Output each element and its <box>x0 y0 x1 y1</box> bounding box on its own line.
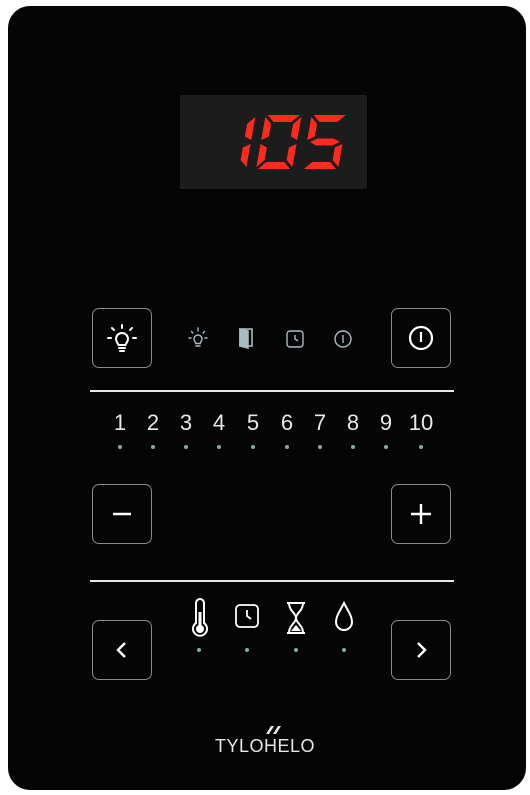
level-number-5: 5 <box>246 410 260 435</box>
segment-2-d <box>304 162 336 169</box>
minus-icon <box>113 512 131 516</box>
plus-icon <box>411 504 431 524</box>
level-number-6: 6 <box>280 410 294 435</box>
next-button[interactable] <box>391 620 451 680</box>
clock-icon <box>235 604 259 628</box>
level-dot-5 <box>251 445 255 449</box>
lightbulb-icon <box>107 324 137 352</box>
previous-button[interactable] <box>92 620 152 680</box>
level-number-10: 10 <box>408 410 434 435</box>
power-button[interactable] <box>391 308 451 368</box>
level-dot-1 <box>118 445 122 449</box>
segment-0-c <box>240 144 251 167</box>
level-dot-4 <box>217 445 221 449</box>
clock-icon <box>286 330 304 348</box>
mode-dot-clock <box>245 648 249 652</box>
level-number-1: 1 <box>113 410 127 435</box>
level-number-4: 4 <box>212 410 226 435</box>
water-drop-icon <box>334 600 354 631</box>
segment-2-c <box>332 144 343 167</box>
level-dot-10 <box>419 445 423 449</box>
mode-dot-timer <box>294 648 298 652</box>
hourglass-icon <box>287 602 305 634</box>
level-dot-3 <box>184 445 188 449</box>
segment-2-g <box>309 138 340 146</box>
light-button[interactable] <box>92 308 152 368</box>
level-dot-7 <box>318 445 322 449</box>
segment-2-a <box>313 115 346 122</box>
segment-0-b <box>244 117 256 140</box>
level-dot-6 <box>285 445 289 449</box>
segment-1-f <box>261 117 272 140</box>
temperature-display: 105 <box>180 95 367 189</box>
chevron-left-icon <box>116 642 126 658</box>
level-dot-8 <box>351 445 355 449</box>
level-dot-2 <box>151 445 155 449</box>
separator-top <box>90 390 454 392</box>
info-icon <box>334 330 352 348</box>
segment-2-f <box>307 117 318 140</box>
brand-logo: TYLOHELO <box>214 736 316 756</box>
brand-mark-icon <box>266 726 281 734</box>
mode-dot-temperature <box>197 648 201 652</box>
segment-1-a <box>267 115 300 122</box>
door-icon <box>239 327 253 350</box>
level-dot-9 <box>384 445 388 449</box>
segment-1-d <box>258 162 290 169</box>
seven-segment-digits <box>240 115 346 169</box>
segment-1-c <box>286 144 297 167</box>
level-number-2: 2 <box>146 410 160 435</box>
plus-button[interactable] <box>391 484 451 544</box>
mode-dot-humidity <box>342 648 346 652</box>
level-number-3: 3 <box>179 410 193 435</box>
minus-button[interactable] <box>92 484 152 544</box>
separator-bottom <box>90 580 454 582</box>
level-number-8: 8 <box>346 410 360 435</box>
lightbulb-icon <box>188 327 208 347</box>
chevron-right-icon <box>417 642 427 658</box>
power-icon <box>408 325 434 351</box>
thermometer-icon <box>192 598 208 637</box>
level-number-9: 9 <box>379 410 393 435</box>
level-number-7: 7 <box>313 410 327 435</box>
